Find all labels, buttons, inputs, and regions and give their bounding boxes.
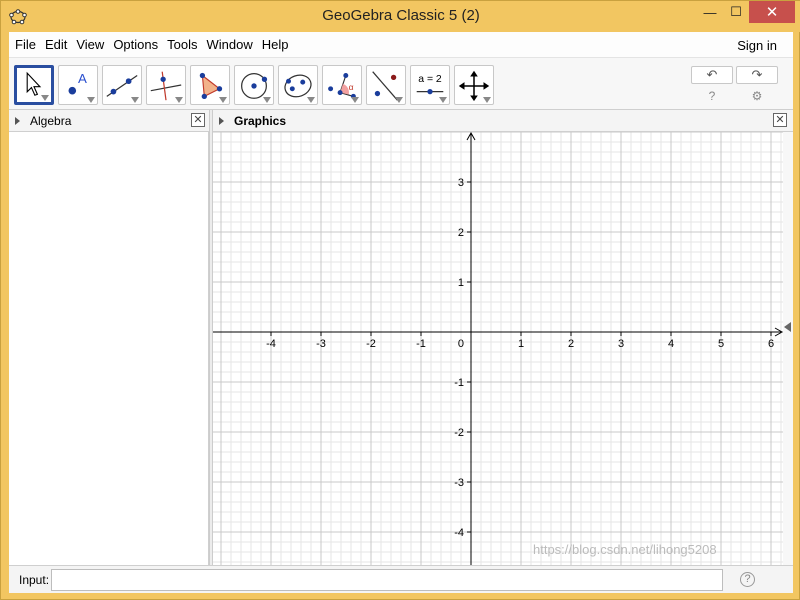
menu-help[interactable]: Help (258, 37, 293, 52)
y-tick-label: 2 (458, 227, 464, 239)
help-icon[interactable]: ? (704, 88, 720, 104)
x-tick-label: 1 (518, 338, 524, 350)
toolbar: A α a = 2 ↶ ↷ ? ⚙ (9, 58, 793, 110)
graphics-view[interactable]: -4 -3 -2 -1 1 2 3 4 5 6 3 2 1 -1 -2 -3 -4 0 (213, 132, 783, 565)
side-panel-toggle-icon[interactable] (784, 322, 791, 332)
y-tick-label: 3 (458, 177, 464, 189)
tool-dropdown-icon (175, 97, 183, 103)
tool-dropdown-icon (307, 97, 315, 103)
algebra-view[interactable] (9, 132, 209, 565)
algebra-panel-header: Algebra ✕ (9, 110, 209, 132)
close-algebra-button[interactable]: ✕ (191, 113, 205, 127)
tool-dropdown-icon (351, 97, 359, 103)
move-graphics-tool-button[interactable] (454, 65, 494, 105)
x-tick-label: 6 (768, 338, 774, 350)
expand-arrow-icon[interactable] (219, 116, 224, 125)
undo-button[interactable]: ↶ (691, 66, 733, 84)
algebra-panel-title: Algebra (30, 113, 72, 128)
minimize-button[interactable]: — (697, 1, 723, 23)
graphics-panel-title: Graphics (234, 113, 287, 128)
polygon-tool-button[interactable] (190, 65, 230, 105)
angle-tool-button[interactable]: α (322, 65, 362, 105)
sign-in-link[interactable]: Sign in (737, 38, 777, 53)
x-tick-label: -4 (266, 338, 276, 350)
x-tick-label: -1 (416, 338, 426, 350)
input-help-icon[interactable]: ? (740, 572, 755, 587)
x-tick-label: 3 (618, 338, 624, 350)
y-tick-label: 1 (458, 277, 464, 289)
tool-dropdown-icon (439, 97, 447, 103)
redo-button[interactable]: ↷ (736, 66, 778, 84)
tool-dropdown-icon (131, 97, 139, 103)
input-field[interactable] (51, 569, 723, 591)
y-tick-label: -2 (454, 427, 464, 439)
origin-label: 0 (458, 338, 464, 350)
close-window-button[interactable]: ✕ (749, 1, 795, 23)
graphics-canvas[interactable]: -4 -3 -2 -1 1 2 3 4 5 6 3 2 1 -1 -2 -3 -4 0 (213, 132, 783, 565)
input-bar: Input: ? (9, 565, 793, 593)
x-tick-label: 4 (668, 338, 674, 350)
circle-tool-button[interactable] (234, 65, 274, 105)
x-tick-label: 5 (718, 338, 724, 350)
point-tool-label: A (78, 71, 87, 86)
client-area: File Edit View Options Tools Window Help… (9, 32, 793, 593)
window-title: GeoGebra Classic 5 (2) (322, 7, 480, 24)
expand-arrow-icon[interactable] (15, 116, 20, 125)
application-window: GeoGebra Classic 5 (2) — ☐ ✕ File Edit V… (0, 0, 800, 600)
slider-tool-label: a = 2 (418, 74, 442, 85)
tool-dropdown-icon (263, 97, 271, 103)
menu-file[interactable]: File (11, 37, 40, 52)
menu-bar: File Edit View Options Tools Window Help… (9, 32, 793, 58)
tool-dropdown-icon (219, 97, 227, 103)
menu-edit[interactable]: Edit (41, 37, 71, 52)
x-tick-label: -3 (316, 338, 326, 350)
y-tick-label: -3 (454, 477, 464, 489)
move-tool-button[interactable] (14, 65, 54, 105)
tool-dropdown-icon (41, 95, 49, 101)
line-tool-button[interactable] (102, 65, 142, 105)
tool-dropdown-icon (87, 97, 95, 103)
maximize-button[interactable]: ☐ (723, 1, 749, 23)
menu-options[interactable]: Options (109, 37, 162, 52)
ellipse-tool-button[interactable] (278, 65, 318, 105)
tool-dropdown-icon (483, 97, 491, 103)
close-graphics-button[interactable]: ✕ (773, 113, 787, 127)
menu-tools[interactable]: Tools (163, 37, 201, 52)
geogebra-logo-icon (9, 9, 27, 25)
settings-gear-icon[interactable]: ⚙ (749, 88, 765, 104)
graphics-panel-header: Graphics ✕ (213, 110, 793, 132)
y-tick-label: -4 (454, 527, 464, 539)
tool-dropdown-icon (395, 97, 403, 103)
x-tick-label: 2 (568, 338, 574, 350)
point-tool-button[interactable]: A (58, 65, 98, 105)
angle-tool-label: α (349, 82, 354, 92)
y-tick-label: -1 (454, 377, 464, 389)
slider-tool-button[interactable]: a = 2 (410, 65, 450, 105)
perpendicular-line-tool-button[interactable] (146, 65, 186, 105)
title-bar[interactable]: GeoGebra Classic 5 (2) — ☐ ✕ (1, 1, 800, 32)
watermark-text: https://blog.csdn.net/lihong5208 (533, 542, 717, 557)
input-label: Input: (19, 573, 50, 587)
menu-window[interactable]: Window (202, 37, 256, 52)
menu-view[interactable]: View (72, 37, 108, 52)
x-tick-label: -2 (366, 338, 376, 350)
reflect-tool-button[interactable] (366, 65, 406, 105)
